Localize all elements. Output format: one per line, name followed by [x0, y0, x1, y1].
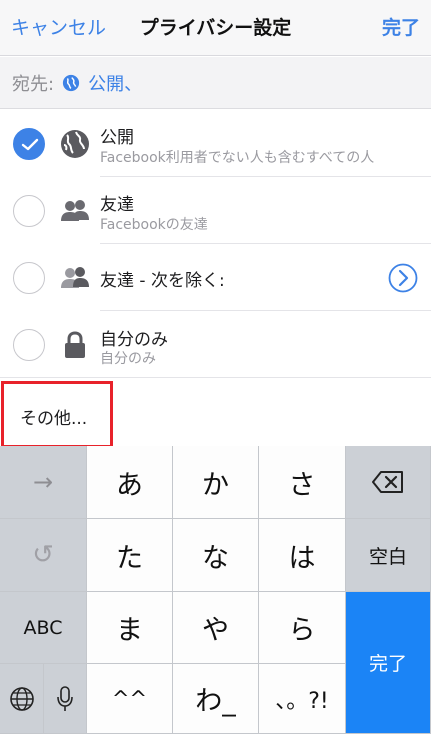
divider: [0, 377, 431, 378]
key-sa[interactable]: さ: [259, 446, 346, 519]
audience-value: 公開、: [88, 73, 143, 95]
key-punctuation[interactable]: 、。?!: [259, 664, 346, 734]
globe-icon: [61, 129, 89, 158]
radio-checked[interactable]: [13, 127, 45, 160]
option-public[interactable]: 公開 Facebook利用者でない人も含むすべての人: [0, 110, 431, 177]
key-na[interactable]: な: [173, 519, 259, 592]
key-a[interactable]: あ: [87, 446, 173, 519]
option-friends[interactable]: 友達 Facebookの友達: [0, 177, 431, 244]
option-label: 公開: [100, 128, 134, 148]
friends-icon: [61, 199, 89, 221]
radio-unchecked[interactable]: [13, 194, 45, 227]
key-ha[interactable]: は: [259, 519, 346, 592]
option-friends-except[interactable]: 友達 - 次を除く:: [0, 244, 431, 311]
option-label: 自分のみ: [100, 330, 168, 350]
done-button[interactable]: 完了: [382, 13, 420, 40]
key-wa[interactable]: わ_: [173, 664, 259, 734]
keyboard: → あ か さ ↺ た な は 空白 ABC ま や ら 完了 ^^ わ_ 、。…: [0, 446, 431, 734]
key-emoticon[interactable]: ^^: [87, 664, 173, 734]
key-arrow-right[interactable]: →: [0, 446, 87, 519]
radio-unchecked[interactable]: [13, 261, 45, 294]
highlight-box: [1, 381, 113, 448]
key-ma[interactable]: ま: [87, 592, 173, 664]
option-label: 友達 - 次を除く:: [100, 271, 225, 291]
option-sub: 自分のみ: [100, 351, 156, 367]
key-space[interactable]: 空白: [346, 519, 431, 592]
key-mic[interactable]: [44, 664, 87, 734]
key-undo[interactable]: ↺: [0, 519, 87, 592]
audience-summary[interactable]: 宛先: 公開、: [0, 57, 431, 109]
radio-unchecked[interactable]: [13, 328, 45, 361]
option-sub: Facebook利用者でない人も含むすべての人: [100, 150, 375, 166]
option-label: 友達: [100, 195, 134, 215]
backspace-icon: [372, 471, 403, 493]
lock-icon: [65, 330, 85, 358]
option-only-me[interactable]: 自分のみ 自分のみ: [0, 311, 431, 378]
key-delete[interactable]: [346, 446, 431, 519]
globe-icon: [62, 74, 80, 91]
to-label: 宛先:: [12, 73, 55, 95]
key-globe[interactable]: [0, 664, 44, 734]
key-ra[interactable]: ら: [259, 592, 346, 664]
mic-icon: [57, 685, 73, 711]
key-ka[interactable]: か: [173, 446, 259, 519]
globe-icon: [9, 686, 34, 711]
friends-except-icon: [61, 266, 89, 288]
key-ta[interactable]: た: [87, 519, 173, 592]
chevron-right-icon[interactable]: [388, 263, 418, 293]
cancel-button[interactable]: キャンセル: [11, 13, 106, 40]
option-sub: Facebookの友達: [100, 217, 208, 233]
key-done[interactable]: 完了: [346, 592, 431, 734]
checkmark-icon: [21, 138, 39, 150]
key-ya[interactable]: や: [173, 592, 259, 664]
nav-header: キャンセル プライバシー設定 完了: [0, 0, 431, 56]
option-other[interactable]: その他...: [0, 380, 431, 448]
key-abc[interactable]: ABC: [0, 592, 87, 664]
